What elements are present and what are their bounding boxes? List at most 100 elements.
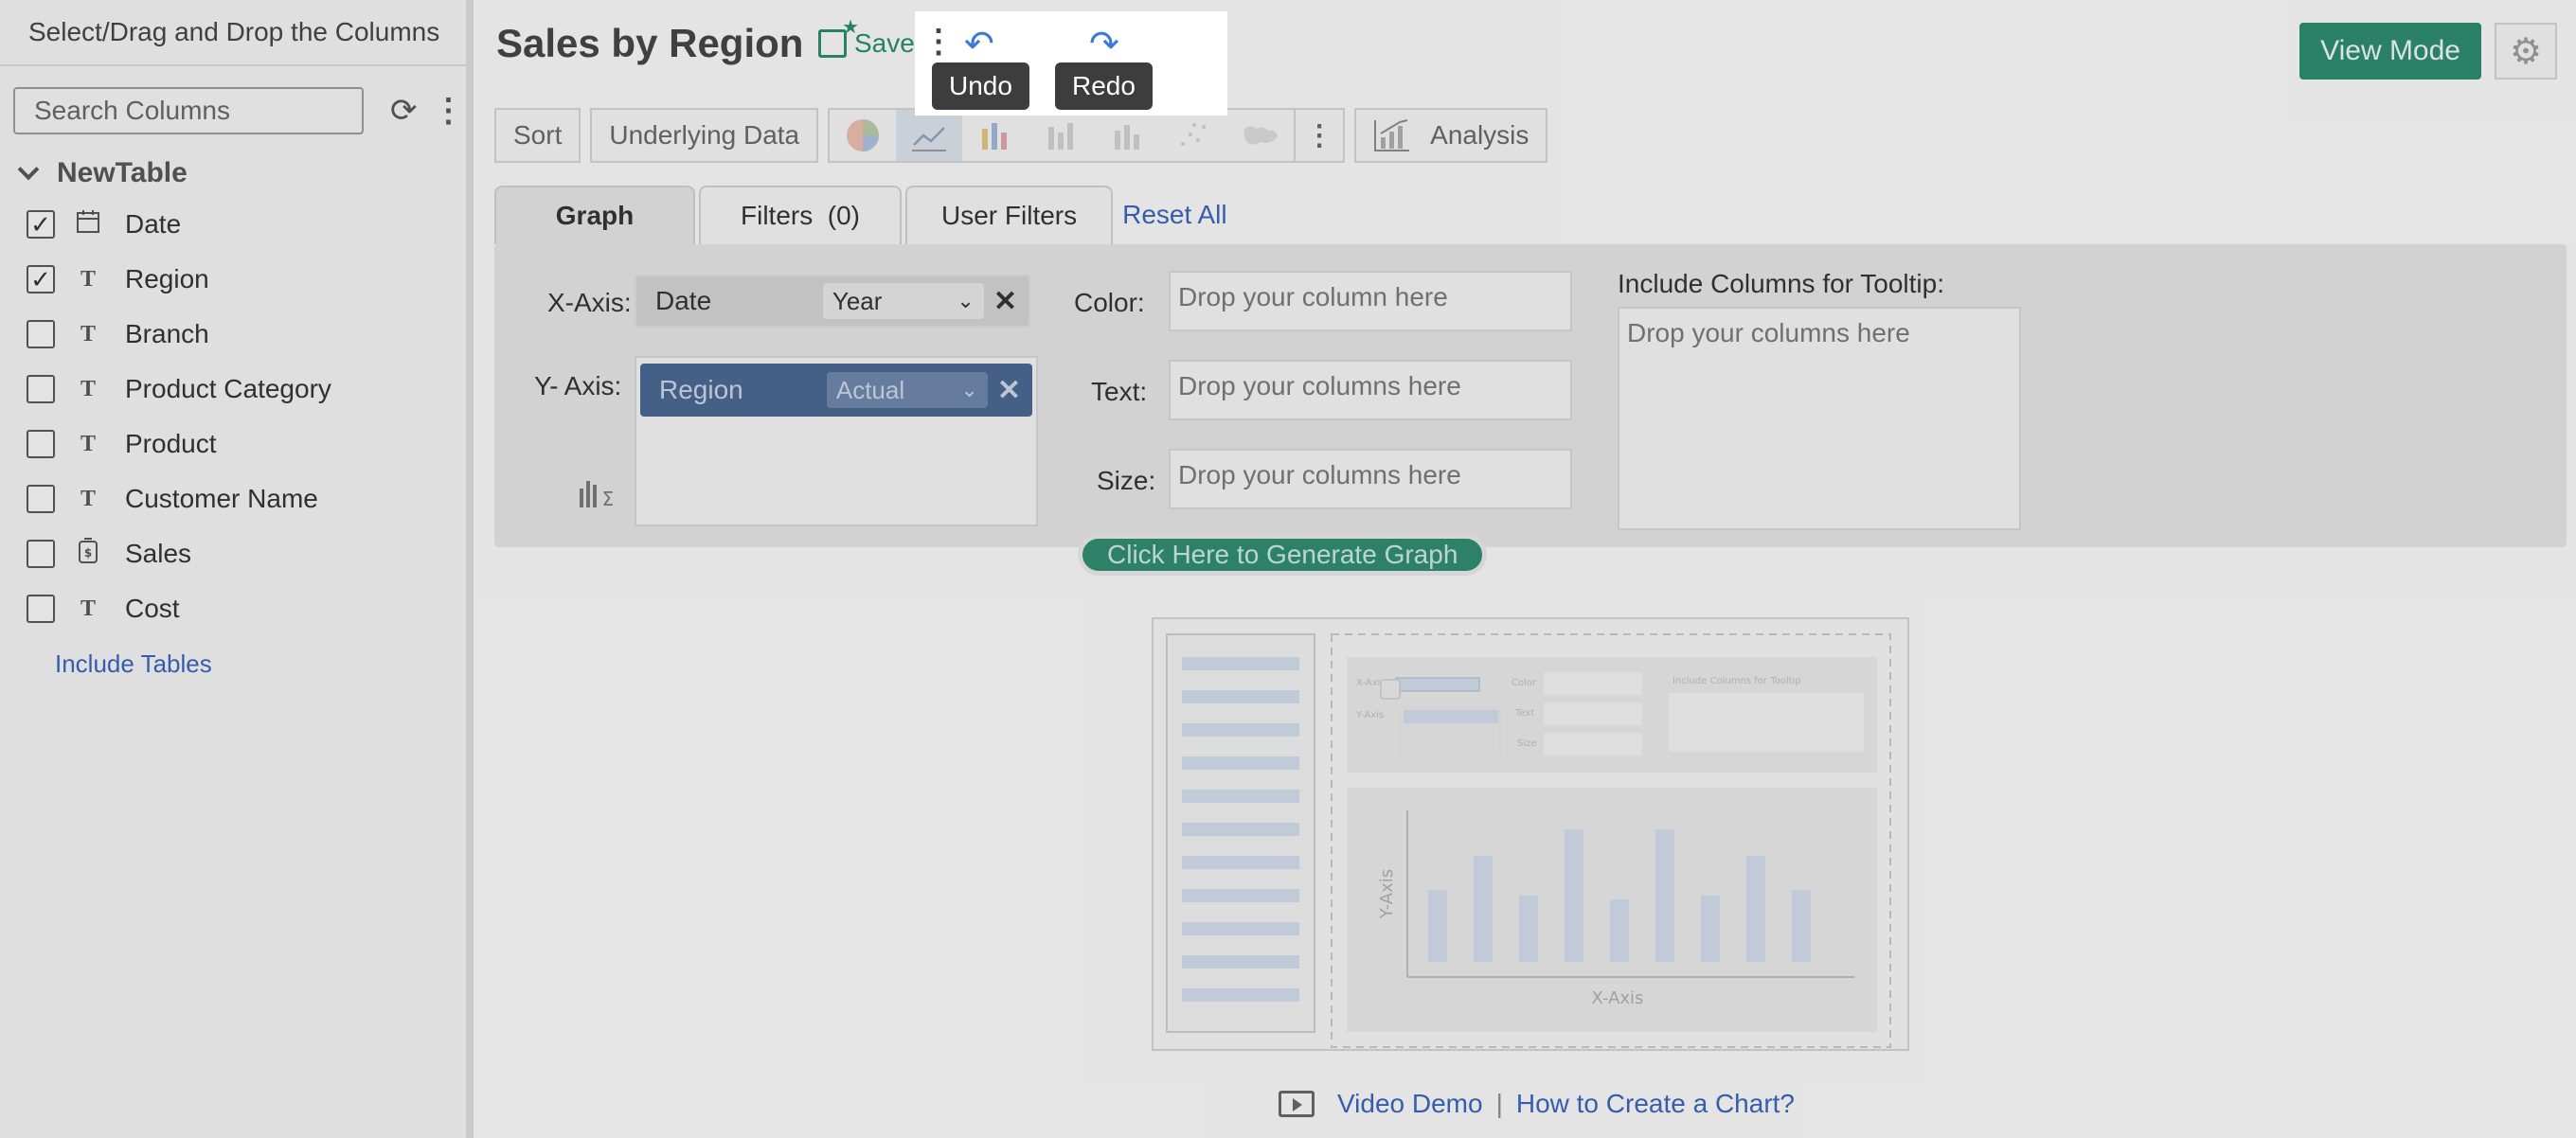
chevron-down-icon: ⌄ <box>957 289 975 312</box>
checkbox-checked[interactable]: ✓ <box>27 265 55 293</box>
stacked-bar-icon[interactable] <box>1029 110 1095 161</box>
calendar-icon <box>76 209 100 240</box>
reset-all-link[interactable]: Reset All <box>1122 200 1227 230</box>
mini-y-axis-label: Y-Axis <box>1355 710 1384 720</box>
text-dropzone[interactable]: Drop your columns here <box>1169 360 1572 420</box>
checkbox[interactable] <box>27 430 55 458</box>
line-chart-icon[interactable] <box>896 110 963 161</box>
close-icon[interactable]: ✕ <box>993 285 1017 318</box>
report-editor: Select/Drag and Drop the Columns ⟳ ⋮ New… <box>0 0 2576 1138</box>
search-columns-box[interactable] <box>13 87 376 134</box>
bar-chart-icon[interactable] <box>962 110 1029 161</box>
y-agg-value: Actual <box>835 375 905 404</box>
pie-chart-icon[interactable] <box>830 110 896 161</box>
column-item-cost[interactable]: T Cost <box>0 581 466 636</box>
column-label: Product <box>125 429 217 458</box>
y-axis-pill[interactable]: Region Actual ⌄ ✕ <box>640 364 1032 417</box>
checkbox[interactable] <box>27 595 55 623</box>
x-agg-select[interactable]: Year ⌄ <box>822 283 984 319</box>
column-item-branch[interactable]: T Branch <box>0 307 466 362</box>
checkbox[interactable] <box>27 485 55 513</box>
search-columns-input[interactable] <box>34 96 376 126</box>
illustration-y-axis: Y-Axis <box>1377 869 1397 919</box>
save-button[interactable]: Save <box>818 15 915 59</box>
analysis-button[interactable]: Analysis <box>1354 108 1548 163</box>
checkbox[interactable] <box>27 375 55 403</box>
generate-graph-button[interactable]: Click Here to Generate Graph <box>1078 534 1488 576</box>
columns-sidebar: Select/Drag and Drop the Columns ⟳ ⋮ New… <box>0 0 474 1138</box>
analysis-icon <box>1374 119 1410 151</box>
text-type-icon: T <box>80 376 96 401</box>
chevron-down-icon <box>17 158 40 181</box>
map-chart-icon[interactable] <box>1227 110 1294 161</box>
include-tables-link[interactable]: Include Tables <box>0 636 466 679</box>
axes-panel: X-Axis: Date Year ⌄ ✕ Y- Axis: Region Ac… <box>494 244 2567 547</box>
text-type-icon: T <box>80 431 96 456</box>
column-label: Sales <box>125 539 192 568</box>
x-axis-column: Date <box>655 286 712 315</box>
how-to-link[interactable]: How to Create a Chart? <box>1516 1089 1795 1119</box>
column-item-sales[interactable]: $ Sales <box>0 526 466 581</box>
checkbox[interactable] <box>27 320 55 348</box>
analysis-label: Analysis <box>1430 120 1530 150</box>
column-label: Customer Name <box>125 484 318 513</box>
column-item-customer-name[interactable]: T Customer Name <box>0 471 466 526</box>
illustration-x-axis: X-Axis <box>1592 988 1644 1008</box>
chart-type-group: ⋮ <box>828 108 1346 163</box>
color-dropzone[interactable]: Drop your column here <box>1169 271 1572 331</box>
svg-text:$: $ <box>84 546 92 560</box>
tab-filters[interactable]: Filters (0) <box>699 186 902 244</box>
redo-icon[interactable]: ↷ <box>1089 23 1119 65</box>
toolbar: Sort Underlying Data ⋮ Analysis <box>494 108 1557 163</box>
currency-icon: $ <box>76 537 100 571</box>
underlying-data-button[interactable]: Underlying Data <box>590 108 819 163</box>
tab-graph[interactable]: Graph <box>494 186 695 244</box>
undo-icon[interactable]: ↶ <box>964 23 994 65</box>
more-options-icon[interactable]: ⋮ <box>922 23 955 61</box>
checkbox-checked[interactable]: ✓ <box>27 210 55 239</box>
text-type-icon: T <box>80 266 96 292</box>
column-label: Date <box>125 209 182 239</box>
chevron-down-icon: ⌄ <box>960 378 978 401</box>
undo-tooltip: Undo <box>932 62 1029 110</box>
tabs: Graph Filters (0) User Filters Reset All <box>494 186 1227 244</box>
column-item-product-category[interactable]: T Product Category <box>0 362 466 417</box>
table-header[interactable]: NewTable <box>0 134 466 189</box>
size-label: Size: <box>1097 466 1156 495</box>
column-label: Product Category <box>125 374 331 403</box>
video-demo-link[interactable]: Video Demo <box>1337 1089 1483 1119</box>
column-list: ✓ Date ✓ T Region T Branch T Product Cat… <box>0 189 466 636</box>
grouped-bar-icon[interactable] <box>1095 110 1161 161</box>
close-icon[interactable]: ✕ <box>997 374 1021 407</box>
mini-tooltip-label: Include Columns for Tooltip <box>1673 676 1801 686</box>
y-axis-column: Region <box>659 375 743 404</box>
sidebar-more-icon[interactable]: ⋮ <box>433 92 465 130</box>
text-type-icon: T <box>80 321 96 347</box>
view-mode-button[interactable]: View Mode <box>2299 23 2481 80</box>
column-item-product[interactable]: T Product <box>0 417 466 471</box>
scatter-chart-icon[interactable] <box>1161 110 1227 161</box>
aggregate-sum-icon[interactable]: Σ <box>578 475 617 514</box>
x-axis-pill[interactable]: Date Year ⌄ ✕ <box>635 275 1030 328</box>
gear-icon[interactable]: ⚙ <box>2495 23 2557 80</box>
checkbox[interactable] <box>27 540 55 568</box>
link-separator: | <box>1495 1089 1503 1118</box>
sort-button[interactable]: Sort <box>494 108 581 163</box>
mini-size-label: Size <box>1517 738 1537 749</box>
table-name: NewTable <box>57 157 188 188</box>
column-item-date[interactable]: ✓ Date <box>0 197 466 252</box>
x-agg-value: Year <box>832 286 883 315</box>
sidebar-header: Select/Drag and Drop the Columns <box>0 0 466 66</box>
page-title: Sales by Region <box>496 21 804 65</box>
tab-user-filters[interactable]: User Filters <box>905 186 1114 244</box>
size-dropzone[interactable]: Drop your columns here <box>1169 449 1572 509</box>
column-item-region[interactable]: ✓ T Region <box>0 252 466 307</box>
tooltip-columns-label: Include Columns for Tooltip: <box>1618 269 1944 298</box>
y-agg-select[interactable]: Actual ⌄ <box>826 372 988 408</box>
how-to-illustration: X-Axis Y-Axis Color Text Size Include Co… <box>1152 617 1909 1051</box>
mini-color-label: Color <box>1512 678 1537 688</box>
tooltip-dropzone[interactable]: Drop your columns here <box>1618 307 2021 530</box>
column-label: Region <box>125 264 209 293</box>
refresh-icon[interactable]: ⟳ <box>390 92 418 130</box>
more-charts-icon[interactable]: ⋮ <box>1296 110 1343 161</box>
